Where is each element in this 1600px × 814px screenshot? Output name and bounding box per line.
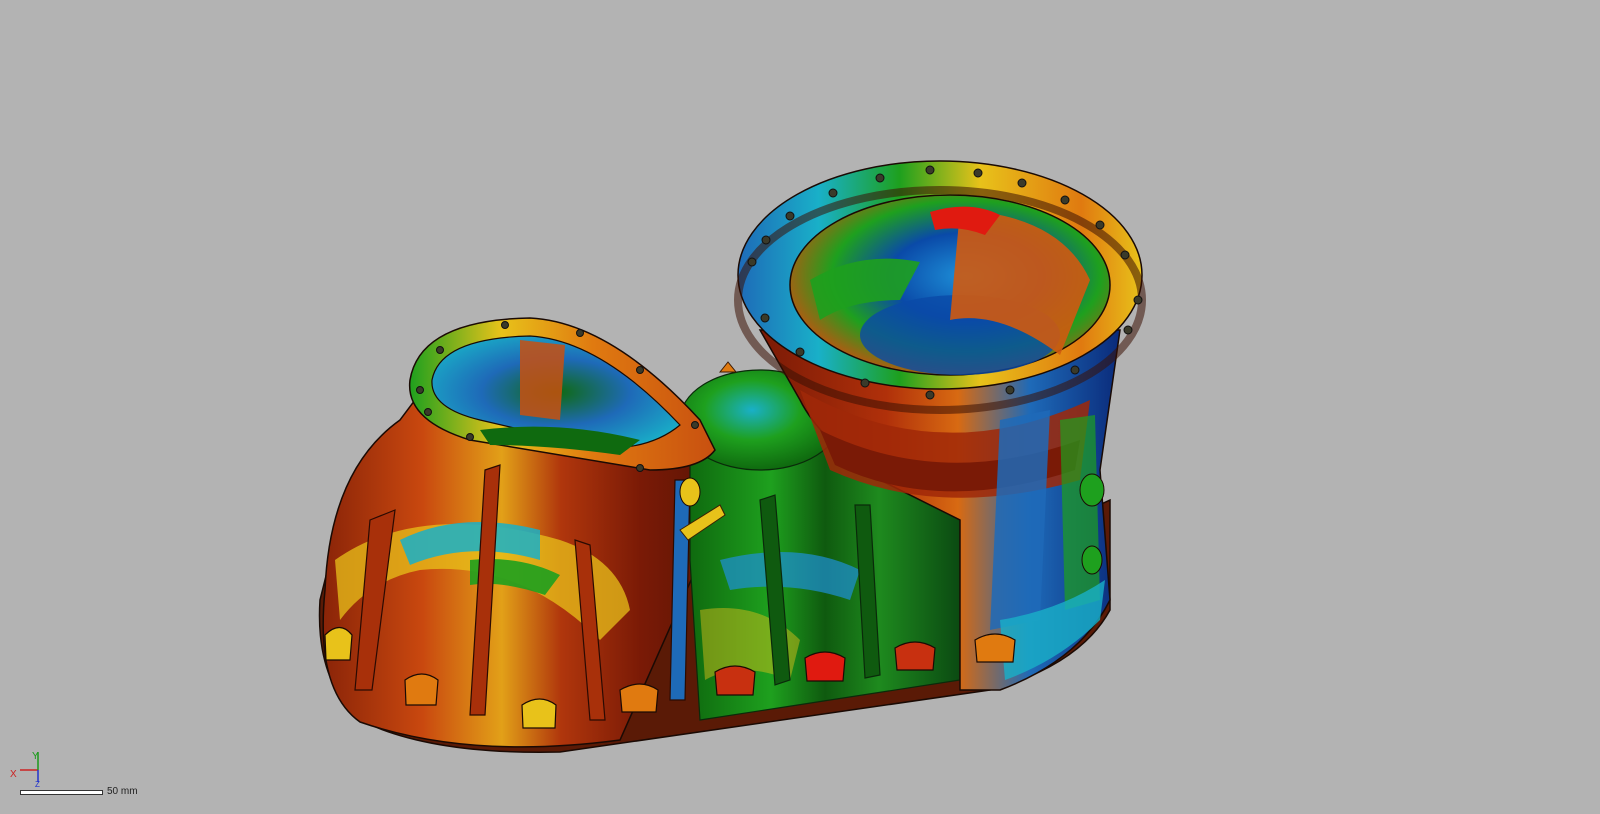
- left-bore-red-wall: [520, 340, 565, 420]
- scale-bar: [20, 790, 103, 795]
- x-axis-label: X: [10, 769, 17, 780]
- right-tower-blue-rib: [990, 410, 1050, 630]
- scale-bar-label: 50 mm: [107, 786, 138, 797]
- gearbox-housing-model[interactable]: [0, 0, 1600, 814]
- dome-boss: [718, 361, 738, 373]
- left-side-boss: [679, 477, 701, 507]
- y-axis-label: Y: [32, 751, 39, 762]
- 3d-viewport[interactable]: X Y Z 50 mm: [0, 0, 1600, 814]
- z-axis-label: Z: [35, 780, 40, 789]
- right-tower-green-rib: [1060, 415, 1100, 610]
